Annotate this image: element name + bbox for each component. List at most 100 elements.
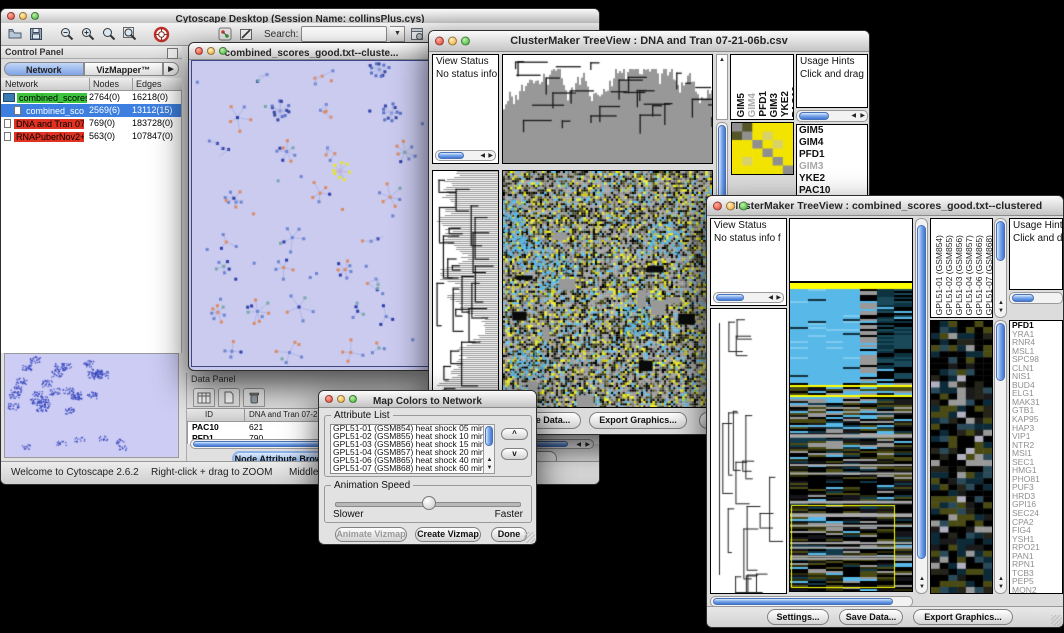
zoom-out-icon[interactable] (58, 25, 76, 43)
cluster2-row-dendrogram[interactable] (710, 308, 787, 594)
search-settings-icon[interactable] (408, 25, 426, 43)
column-label: GIM4 (747, 93, 758, 117)
cluster2-gene-list[interactable]: PFD1YRA1RNR4MSL1SPC98CLN1NIS1BUD4ELG1MAK… (1009, 320, 1063, 594)
zoom-fit-icon[interactable] (121, 25, 139, 43)
create-vizmap-button[interactable]: Create Vizmap (415, 527, 481, 542)
dialog-title: Map Colors to Network (373, 396, 482, 407)
export-graphics-button[interactable]: Export Graphics... (589, 412, 687, 429)
tab-vizmapper[interactable]: VizMapper™ (84, 62, 164, 76)
attribute-select-icon[interactable] (193, 388, 215, 407)
attribute-item[interactable]: GPL51-07 (GSM868) heat shock 60 min (331, 465, 483, 473)
view-status-hscrollbar[interactable]: ◀▶ (713, 292, 784, 303)
network-name: RNAPuberNov2+ (14, 132, 84, 142)
gene-item[interactable]: PFD1 (797, 149, 867, 161)
control-panel-tabs: Network VizMapper™ ▶ (1, 59, 182, 78)
cluster2-genes-vscrollbar[interactable]: ▲▼ (994, 320, 1007, 594)
cluster1-row-dendrogram[interactable] (432, 170, 499, 408)
network-row[interactable]: combined_sco2569(6)13112(15) (1, 104, 181, 117)
main-titlebar[interactable]: Cytoscape Desktop (Session Name: collins… (1, 9, 599, 24)
network-canvas[interactable] (191, 60, 432, 367)
minimize-button[interactable] (207, 47, 215, 55)
plugin-manager-icon[interactable] (216, 25, 234, 43)
close-button[interactable] (195, 47, 203, 55)
cluster2-column-dendrogram[interactable] (789, 218, 913, 282)
delete-attribute-icon[interactable] (243, 388, 265, 407)
export-graphics-button[interactable]: Export Graphics... (913, 609, 1013, 625)
zoom-button[interactable] (739, 201, 748, 210)
zoom-button[interactable] (31, 12, 39, 20)
tabs-overflow-button[interactable]: ▶ (163, 62, 179, 76)
close-button[interactable] (325, 395, 333, 403)
cluster1-dendro-strip[interactable]: ▲ (716, 54, 728, 120)
cluster1-column-dendrogram[interactable] (502, 54, 713, 164)
cluster2-hints-hscrollbar[interactable] (1009, 292, 1063, 304)
save-data-button[interactable]: Save Data... (839, 609, 903, 625)
gene-item[interactable]: GIM5 (797, 125, 867, 137)
network-overview-thumbnail[interactable] (4, 353, 179, 458)
resize-grip[interactable] (1051, 615, 1062, 626)
float-panel-icon[interactable] (167, 48, 178, 59)
annotation-icon[interactable] (237, 25, 255, 43)
new-attribute-icon[interactable] (218, 388, 240, 407)
cluster1-titlebar[interactable]: ClusterMaker TreeView : DNA and Tran 07-… (429, 31, 869, 52)
cluster2-titlebar[interactable]: ClusterMaker TreeView : combined_scores_… (707, 196, 1063, 216)
move-down-button[interactable]: v (501, 448, 528, 460)
column-label: YKE2 (780, 91, 791, 117)
close-button[interactable] (435, 37, 444, 46)
help-lifering-icon[interactable] (152, 25, 170, 43)
usage-hints-title: Usage Hints (1010, 219, 1062, 232)
cluster2-view-status: View Status No status info f ◀▶ (710, 218, 787, 306)
gene-item[interactable]: MON2 (1010, 586, 1062, 594)
zoom-selected-icon[interactable] (100, 25, 118, 43)
minimize-button[interactable] (337, 395, 345, 403)
cluster1-heatmap[interactable] (502, 170, 713, 408)
cluster2-zoom-heatmap[interactable] (930, 320, 993, 594)
attribute-list-vscrollbar[interactable]: ▲▼ (483, 424, 495, 474)
tab-network[interactable]: Network (4, 62, 84, 76)
dialog-titlebar[interactable]: Map Colors to Network (319, 391, 536, 408)
zoom-button[interactable] (461, 37, 470, 46)
resize-grip[interactable] (524, 532, 535, 543)
network-name: DNA and Tran 07 (14, 119, 84, 129)
network-view-titlebar[interactable]: combined_scores_good.txt--cluste... (189, 43, 434, 60)
close-button[interactable] (713, 201, 722, 210)
open-session-icon[interactable] (6, 25, 24, 43)
settings-button[interactable]: Settings... (767, 609, 829, 625)
move-up-button[interactable]: ^ (501, 428, 528, 440)
gene-item[interactable]: YKE2 (797, 173, 867, 185)
view-status-title: View Status (711, 219, 786, 232)
minimize-button[interactable] (726, 201, 735, 210)
column-label: GPL51-07 (GSM868) (984, 235, 993, 315)
gene-item[interactable]: GIM3 (797, 161, 867, 173)
zoom-in-icon[interactable] (79, 25, 97, 43)
minimize-button[interactable] (448, 37, 457, 46)
attribute-listbox[interactable]: GPL51-01 (GSM854) heat shock 05 minGPL51… (330, 424, 484, 474)
cluster1-mini-heatmap[interactable] (731, 122, 794, 175)
minimize-button[interactable] (19, 12, 27, 20)
map-colors-dialog: Map Colors to Network Attribute List GPL… (318, 390, 537, 545)
network-row[interactable]: DNA and Tran 07769(0)183728(0) (1, 117, 181, 130)
save-session-icon[interactable] (27, 25, 45, 43)
done-button[interactable]: Done (491, 527, 527, 542)
cluster1-hints-hscrollbar[interactable]: ◀▶ (796, 110, 868, 122)
cluster2-heatmap[interactable] (789, 282, 913, 592)
gene-item[interactable]: GIM4 (797, 137, 867, 149)
close-button[interactable] (7, 12, 15, 20)
usage-hints-title: Usage Hints (797, 55, 867, 68)
zoom-button[interactable] (219, 47, 227, 55)
cluster1-gene-list[interactable]: GIM5GIM4PFD1GIM3YKE2PAC10 (796, 124, 868, 197)
search-dropdown-button[interactable]: ▼ (390, 26, 405, 42)
network-row[interactable]: combined_scores2764(0)16218(0) (1, 91, 181, 104)
network-view-title: combined_scores_good.txt--cluste... (225, 48, 399, 59)
cluster2-main-vscrollbar[interactable]: ▲▼ (915, 218, 928, 594)
network-row[interactable]: RNAPuberNov2+563(0)107847(0) (1, 130, 181, 143)
nodes-count: 563(0) (89, 130, 115, 143)
animate-vizmap-button[interactable]: Animate Vizmap (335, 527, 407, 542)
cluster2-labels-vscrollbar[interactable]: ▲▼ (994, 218, 1007, 318)
search-input[interactable] (301, 26, 387, 42)
zoom-button[interactable] (349, 395, 357, 403)
column-label: GPL51-04 (GSM857) (964, 235, 974, 315)
speed-slider-thumb[interactable] (422, 496, 436, 510)
view-status-hscrollbar[interactable]: ◀▶ (435, 150, 496, 161)
network-table-header[interactable]: Network Nodes Edges (1, 78, 182, 91)
